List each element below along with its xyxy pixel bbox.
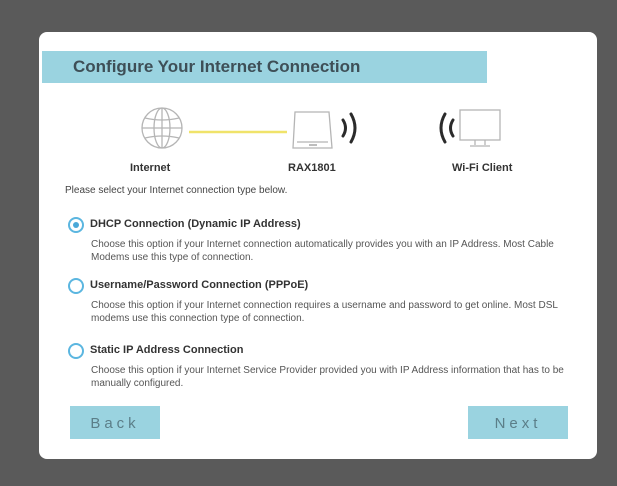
back-button-label: Back [90, 415, 140, 432]
radio-dhcp[interactable] [68, 217, 84, 233]
radio-pppoe[interactable] [68, 278, 84, 294]
option-label[interactable]: DHCP Connection (Dynamic IP Address) [90, 218, 301, 230]
radio-static-ip[interactable] [68, 343, 84, 359]
globe-icon [141, 107, 183, 149]
setup-dialog: Configure Your Internet Connection Inter… [39, 32, 597, 459]
option-description: Choose this option if your Internet Serv… [91, 365, 564, 389]
client-label: Wi-Fi Client [452, 162, 513, 174]
monitor-icon [459, 109, 501, 147]
option-description: Choose this option if your Internet conn… [91, 300, 558, 324]
next-button[interactable]: Next [468, 406, 568, 439]
router-label: RAX1801 [288, 162, 336, 174]
option-label[interactable]: Static IP Address Connection [90, 344, 243, 356]
option-description: Choose this option if your Internet conn… [91, 239, 554, 263]
router-icon [292, 111, 333, 149]
internet-label: Internet [130, 162, 171, 174]
wifi-signal-icon [341, 112, 455, 144]
option-label[interactable]: Username/Password Connection (PPPoE) [90, 279, 308, 291]
back-button[interactable]: Back [70, 406, 160, 439]
next-button-label: Next [494, 415, 542, 432]
instruction-text: Please select your Internet connection t… [65, 185, 288, 196]
